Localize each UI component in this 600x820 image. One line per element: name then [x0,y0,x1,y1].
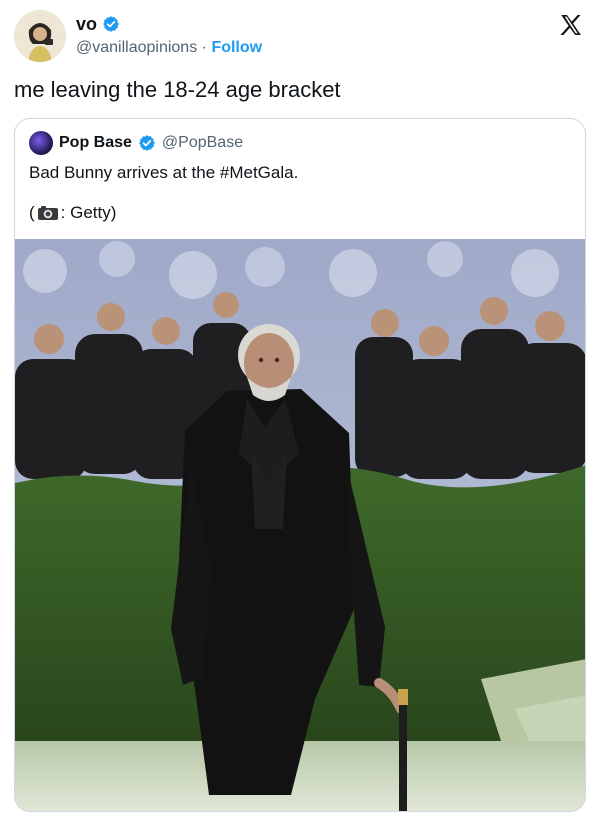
quoted-author-row: Pop Base @PopBase [29,131,571,155]
x-logo-icon[interactable] [558,12,584,38]
avatar-image [14,10,66,62]
separator-dot: · [201,39,207,56]
tweet-card: vo @vanillaopinions · Follow me leaving … [0,0,600,820]
camera-emoji-icon [37,206,58,220]
quoted-author-avatar[interactable] [29,131,53,155]
follow-button[interactable]: Follow [211,39,262,56]
met-gala-photo-illustration [15,239,585,811]
photo-credit: ( : Getty) [29,201,571,225]
verified-badge-icon [139,135,155,151]
verified-badge-icon [103,16,119,32]
photo-credit-open: ( [29,203,35,222]
tweet-text: me leaving the 18-24 age bracket [14,77,341,102]
quoted-tweet-text: Bad Bunny arrives at the #MetGala. [29,163,299,182]
author-handle-row: @vanillaopinions · Follow [76,37,262,59]
author-name[interactable]: vo [76,13,97,35]
author-handle[interactable]: @vanillaopinions [76,39,197,56]
author-name-row: vo [76,13,262,35]
quoted-tweet-photo[interactable] [15,239,585,811]
author-avatar[interactable] [14,10,66,62]
quoted-author-handle[interactable]: @PopBase [162,132,243,154]
author-meta: vo @vanillaopinions · Follow [76,10,262,59]
quoted-tweet-content: Pop Base @PopBase Bad Bunny arrives at t… [15,119,585,225]
quoted-tweet[interactable]: Pop Base @PopBase Bad Bunny arrives at t… [14,118,586,812]
tweet-header: vo @vanillaopinions · Follow [14,10,586,66]
photo-credit-text: : Getty) [60,203,117,222]
quoted-author-name[interactable]: Pop Base [59,132,132,154]
